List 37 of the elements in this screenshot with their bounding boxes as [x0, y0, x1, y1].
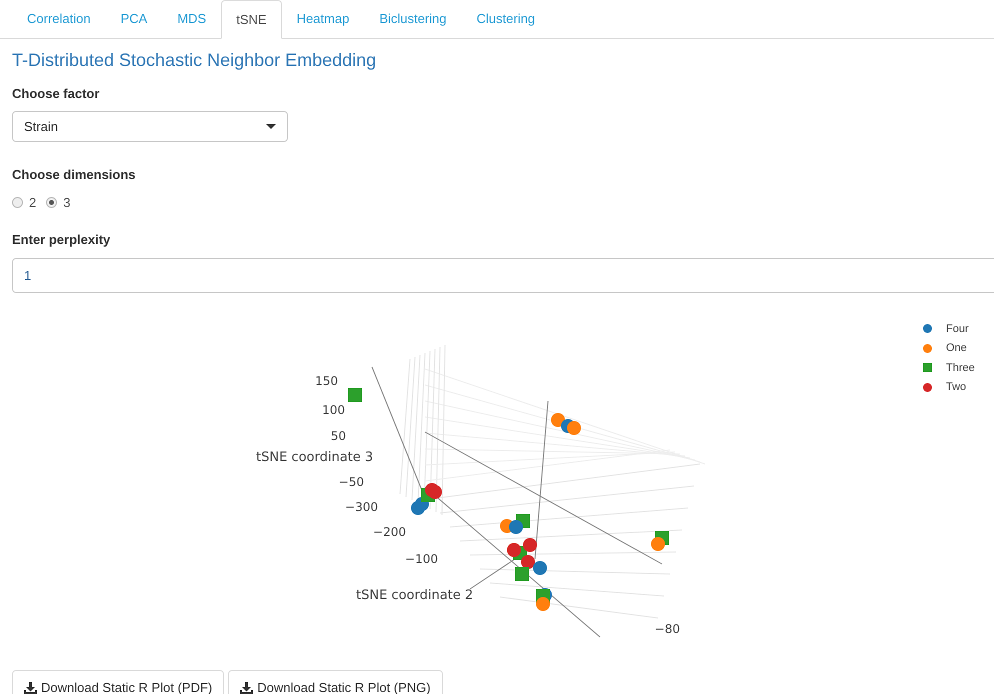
tick-label: 100 — [322, 402, 345, 416]
data-point — [515, 566, 529, 580]
tick-label: −200 — [373, 524, 406, 538]
caret-icon — [266, 124, 276, 129]
axis-title: tSNE coordinate 2 — [356, 588, 474, 602]
legend-label: One — [946, 341, 968, 356]
legend-label: Two — [946, 380, 968, 395]
legend-label: Three — [946, 360, 976, 376]
page-heading: T-Distributed Stochastic Neighbor Embedding — [12, 49, 376, 72]
field-label: Choose dimensions — [12, 167, 136, 182]
download-icon — [24, 682, 37, 694]
data-point — [428, 484, 442, 498]
data-point — [567, 420, 581, 434]
data-point — [523, 538, 537, 552]
radio-option[interactable]: 2 — [12, 193, 36, 212]
axis-title: tSNE coordinate 3 — [256, 450, 374, 464]
tick-label: 50 — [330, 428, 346, 442]
radio-option[interactable]: 3 — [46, 193, 70, 212]
download-icon — [240, 682, 254, 694]
field-label: Enter perplexity — [12, 232, 110, 246]
data-point — [509, 520, 523, 534]
tick-label: −80 — [654, 622, 680, 636]
data-point — [536, 596, 550, 610]
tab[interactable]: tSNE — [221, 0, 282, 39]
tick-label: −300 — [345, 500, 378, 514]
data-point — [533, 560, 547, 574]
factor-select[interactable]: Strain — [12, 111, 288, 142]
perplexity-field[interactable]: 1 — [12, 258, 994, 292]
legend-label: Four — [946, 322, 970, 336]
tick-label: −100 — [405, 552, 438, 566]
data-point — [551, 412, 565, 426]
data-point — [521, 554, 535, 568]
field-label: Choose factor — [12, 86, 100, 101]
tick-label: −50 — [338, 474, 364, 488]
tick-label: 150 — [315, 374, 338, 388]
data-point — [651, 536, 665, 550]
data-point — [348, 388, 362, 402]
